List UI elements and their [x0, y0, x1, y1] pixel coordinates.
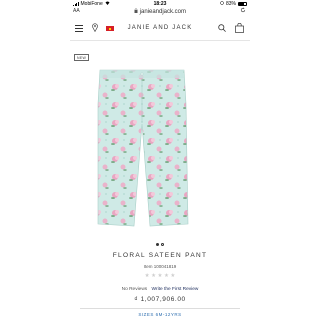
reviews-count: No Reviews [121, 287, 148, 292]
lock-icon [134, 8, 138, 13]
product-image[interactable] [92, 64, 192, 232]
url-label: janieandjack.com [139, 9, 187, 15]
status-bar: MobiFone 18:23 83% [70, 0, 250, 7]
product-title: FLORAL SATEEN PANT [112, 252, 208, 259]
divider [80, 308, 240, 309]
pagination-dot-1[interactable] [156, 243, 159, 246]
star-icon: ★ [151, 273, 157, 279]
star-icon: ★ [170, 273, 176, 279]
browser-url-bar[interactable]: AA janieandjack.com [70, 7, 250, 17]
item-number: Item 100041819 [143, 264, 177, 269]
write-review-link[interactable]: Write the First Review [152, 287, 199, 292]
product-price: ₫ 1,007,906.00 [134, 296, 186, 303]
star-icon: ★ [144, 273, 150, 279]
rating-stars: ★ ★ ★ ★ ★ [70, 273, 250, 280]
phone-screen: MobiFone 18:23 83% AA janieandjack.com J… [70, 0, 250, 320]
reviews-row: No Reviews Write the First Review [70, 287, 250, 292]
shopping-bag-icon[interactable] [235, 23, 244, 33]
reload-icon[interactable] [240, 7, 246, 15]
search-icon[interactable] [218, 24, 226, 32]
battery-icon [238, 2, 247, 6]
new-badge: NEW [74, 54, 90, 61]
url-text[interactable]: janieandjack.com [70, 8, 250, 15]
star-icon: ★ [163, 273, 169, 279]
site-header: JANIE AND JACK [70, 17, 250, 41]
sizes-link[interactable]: SIZES 6M-12YRS [70, 312, 250, 317]
star-icon: ★ [157, 273, 163, 279]
image-pagination [70, 243, 250, 246]
pagination-dot-2[interactable] [161, 243, 164, 246]
